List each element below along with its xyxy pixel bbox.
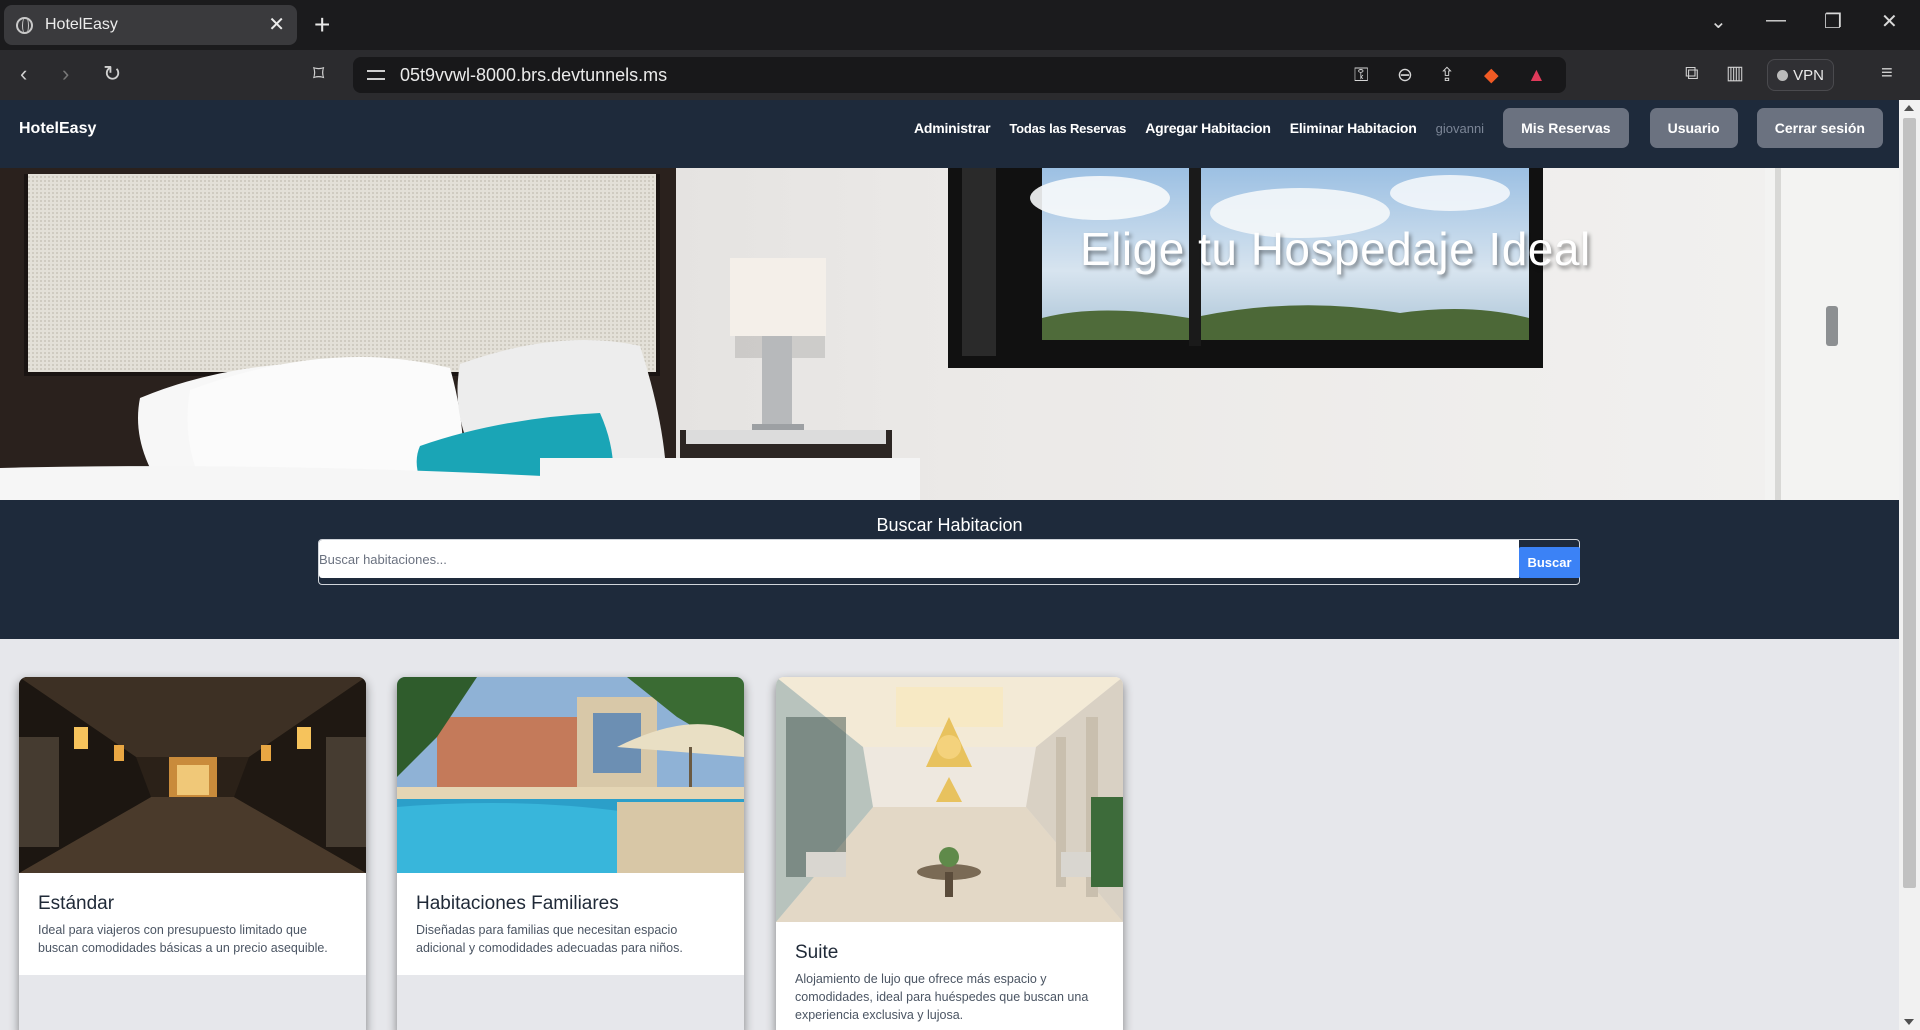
room-image-suite <box>776 677 1123 922</box>
room-card-familiares[interactable]: Habitaciones Familiares Diseñadas para f… <box>397 677 744 1030</box>
hero-room-image <box>0 168 1899 500</box>
room-card-estandar[interactable]: Estándar Ideal para viajeros con presupu… <box>19 677 366 1030</box>
search-input[interactable] <box>319 540 1519 578</box>
menu-icon[interactable]: ≡ <box>1881 63 1893 83</box>
extensions-puzzle-icon[interactable]: ⧉ <box>1685 64 1699 83</box>
room-body-estandar: Estándar Ideal para viajeros con presupu… <box>19 893 366 957</box>
brave-rewards-icon[interactable]: ▲ <box>1527 66 1546 85</box>
browser-tabbar: HotelEasy ✕ + ⌄ — ❐ ✕ <box>0 0 1920 50</box>
browser-tab[interactable]: HotelEasy ✕ <box>4 5 297 45</box>
hero-headline: Elige tu Hospedaje Ideal <box>1080 223 1591 275</box>
room-card-suite[interactable]: Suite Alojamiento de lujo que ofrece más… <box>776 677 1123 1030</box>
bookmark-icon[interactable]: ⌑ <box>313 63 324 85</box>
room-title: Suite <box>795 942 839 963</box>
mis-reservas-button[interactable]: Mis Reservas <box>1503 108 1629 148</box>
nav-link-eliminar-habitacion[interactable]: Eliminar Habitacion <box>1290 120 1417 136</box>
minimize-icon[interactable]: — <box>1766 10 1786 30</box>
room-body-suite: Suite Alojamiento de lujo que ofrece más… <box>776 942 1123 1024</box>
search-button[interactable]: Buscar <box>1519 547 1580 578</box>
site-settings-icon[interactable] <box>367 67 385 83</box>
room-description: Diseñadas para familias que necesitan es… <box>416 923 683 955</box>
page-scrollbar[interactable] <box>1899 100 1920 1030</box>
url-text[interactable]: 05t9vvwl-8000.brs.devtunnels.ms <box>400 65 667 86</box>
room-body-familiares: Habitaciones Familiares Diseñadas para f… <box>397 893 744 957</box>
vpn-label: VPN <box>1793 66 1824 84</box>
tab-title: HotelEasy <box>45 16 118 33</box>
page-viewport: HotelEasy Administrar Todas las Reservas… <box>0 100 1899 1030</box>
site-navbar: HotelEasy Administrar Todas las Reservas… <box>0 100 1899 168</box>
nav-link-agregar-habitacion[interactable]: Agregar Habitacion <box>1145 120 1271 136</box>
restore-icon[interactable]: ❐ <box>1824 12 1842 32</box>
brave-shields-icon[interactable]: ◆ <box>1484 66 1499 85</box>
room-description: Ideal para viajeros con presupuesto limi… <box>38 923 328 955</box>
search-section: Buscar Habitacion Buscar <box>0 500 1899 639</box>
tab-list-chevron-icon[interactable]: ⌄ <box>1710 12 1727 32</box>
scrollbar-thumb[interactable] <box>1903 118 1916 888</box>
vpn-status-icon <box>1777 69 1789 81</box>
scroll-down-icon[interactable] <box>1904 1019 1914 1025</box>
room-title: Habitaciones Familiares <box>416 893 619 914</box>
share-icon[interactable]: ⇪ <box>1439 66 1455 85</box>
search-title: Buscar Habitacion <box>876 515 1023 535</box>
key-icon[interactable]: ⚿ <box>1354 66 1368 85</box>
new-tab-button[interactable]: + <box>314 11 330 39</box>
card-spacer <box>19 975 366 1030</box>
cerrar-sesion-button[interactable]: Cerrar sesión <box>1756 108 1883 148</box>
nav-link-administrar[interactable]: Administrar <box>914 120 991 136</box>
nav-link-todas-reservas[interactable]: Todas las Reservas <box>1009 121 1126 136</box>
back-icon[interactable]: ‹ <box>20 63 27 85</box>
zoom-icon[interactable]: ⊖ <box>1397 66 1413 85</box>
nav-username: giovanni <box>1435 120 1485 136</box>
scroll-up-icon[interactable] <box>1904 105 1914 111</box>
sidebar-icon[interactable]: ▥ <box>1726 64 1744 83</box>
room-description: Alojamiento de lujo que ofrece más espac… <box>795 972 1089 1022</box>
browser-toolbar: ‹ › ↻ ⌑ 05t9vvwl-8000.brs.devtunnels.ms … <box>0 50 1920 100</box>
room-image-familiares <box>397 677 744 873</box>
room-image-estandar <box>19 677 366 873</box>
usuario-button[interactable]: Usuario <box>1649 108 1738 148</box>
globe-icon <box>16 16 33 34</box>
close-tab-icon[interactable]: ✕ <box>268 15 285 35</box>
hero-banner: Elige tu Hospedaje Ideal <box>0 168 1899 500</box>
search-form: Buscar <box>318 539 1580 585</box>
nav-links: Administrar Todas las Reservas Agregar H… <box>895 108 1883 148</box>
address-bar[interactable]: 05t9vvwl-8000.brs.devtunnels.ms ⚿ ⊖ ⇪ ◆ … <box>353 57 1566 93</box>
reload-icon[interactable]: ↻ <box>103 63 121 85</box>
site-brand[interactable]: HotelEasy <box>19 120 96 138</box>
room-title: Estándar <box>38 893 115 914</box>
forward-icon[interactable]: › <box>62 63 69 85</box>
close-window-icon[interactable]: ✕ <box>1881 12 1898 32</box>
vpn-button[interactable]: VPN <box>1767 59 1834 91</box>
card-spacer <box>397 975 744 1030</box>
